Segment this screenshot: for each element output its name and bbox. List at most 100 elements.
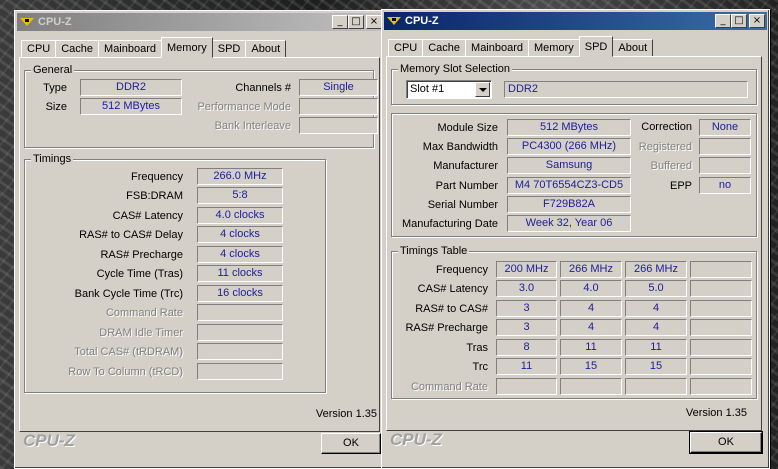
tt-command-rate-cell bbox=[625, 378, 687, 395]
fsb-dram-value: 5:8 bbox=[197, 187, 283, 204]
tt-trc-cell: 11 bbox=[496, 358, 557, 375]
bank-interleave-label: Bank Interleave bbox=[214, 120, 291, 132]
ok-button[interactable]: OK bbox=[321, 433, 381, 454]
tt-trc-cell bbox=[690, 358, 752, 375]
part-number-value: M4 70T6554CZ3-CD5 bbox=[507, 177, 631, 194]
epp-label: EPP bbox=[669, 180, 692, 192]
dropdown-arrow-icon[interactable] bbox=[475, 82, 490, 97]
command-rate-value bbox=[197, 304, 283, 321]
tt-command-rate-cell bbox=[690, 378, 752, 395]
title-bar[interactable]: CPU-Z _ □ × bbox=[17, 13, 384, 31]
tab-strip: CPU Cache Mainboard Memory SPD About bbox=[21, 37, 287, 58]
slot-type-value: DDR2 bbox=[504, 81, 748, 98]
ok-button[interactable]: OK bbox=[689, 431, 763, 454]
cpuz-logo: CPU-Z bbox=[23, 431, 75, 450]
tt-tras-cell bbox=[690, 339, 752, 356]
tab-cache[interactable]: Cache bbox=[422, 39, 467, 57]
tt-trc-cell: 15 bbox=[560, 358, 622, 375]
module-size-value: 512 MBytes bbox=[507, 119, 631, 136]
correction-label: Correction bbox=[641, 121, 692, 133]
memory-tab-page: General Type DDR2 Size 512 MBytes Channe… bbox=[19, 57, 380, 432]
tab-cache[interactable]: Cache bbox=[55, 40, 100, 58]
version-label: Version 1.35 bbox=[685, 407, 747, 419]
manufacturer-value: Samsung bbox=[507, 157, 631, 174]
tt-cas-latency-label: CAS# Latency bbox=[417, 283, 488, 295]
maximize-button[interactable]: □ bbox=[731, 14, 747, 28]
tt-tras-cell: 8 bbox=[496, 339, 557, 356]
tt-frequency-cell: 200 MHz bbox=[496, 261, 557, 278]
max-bandwidth-value: PC4300 (266 MHz) bbox=[507, 138, 631, 155]
tab-spd[interactable]: SPD bbox=[211, 40, 247, 58]
serial-number-value: F729B82A bbox=[507, 196, 631, 213]
spd-tab-page: Memory Slot Selection Slot #1 DDR2 Modul… bbox=[386, 56, 762, 431]
minimize-button[interactable]: _ bbox=[332, 15, 348, 29]
cycle-time-label: Cycle Time (Tras) bbox=[96, 268, 183, 280]
tt-ras-precharge-cell: 4 bbox=[560, 319, 622, 336]
fsb-dram-label: FSB:DRAM bbox=[126, 190, 183, 202]
group-title: Timings Table bbox=[398, 245, 470, 257]
command-rate-label: Command Rate bbox=[105, 307, 183, 319]
bank-interleave-value bbox=[299, 117, 378, 134]
slot-select-value: Slot #1 bbox=[410, 83, 445, 95]
registered-value bbox=[699, 138, 751, 155]
tt-tras-cell: 11 bbox=[625, 339, 687, 356]
general-group: General Type DDR2 Size 512 MBytes Channe… bbox=[24, 64, 378, 148]
tab-strip: CPU Cache Mainboard Memory SPD About bbox=[388, 36, 654, 57]
frequency-value: 266.0 MHz bbox=[197, 168, 283, 185]
cas-latency-label: CAS# Latency bbox=[112, 210, 183, 222]
tt-command-rate-label: Command Rate bbox=[410, 381, 488, 393]
frequency-label: Frequency bbox=[131, 171, 183, 183]
tt-trc-cell: 15 bbox=[625, 358, 687, 375]
tab-about[interactable]: About bbox=[612, 39, 654, 57]
tt-tras-label: Tras bbox=[466, 342, 488, 354]
tab-memory[interactable]: Memory bbox=[161, 37, 213, 58]
group-title: General bbox=[31, 64, 75, 76]
dram-idle-timer-value bbox=[197, 324, 283, 341]
cpuz-memory-window[interactable]: CPU-Z _ □ × CPU Cache Mainboard Memory S… bbox=[14, 10, 387, 469]
close-button[interactable]: × bbox=[749, 14, 765, 28]
performance-mode-value bbox=[299, 98, 378, 115]
max-bandwidth-label: Max Bandwidth bbox=[422, 141, 498, 153]
tab-mainboard[interactable]: Mainboard bbox=[98, 40, 163, 58]
cpuz-spd-window[interactable]: CPU-Z _ □ × CPU Cache Mainboard Memory S… bbox=[381, 9, 770, 469]
tt-ras-precharge-cell bbox=[690, 319, 752, 336]
tt-command-rate-cell bbox=[496, 378, 557, 395]
ras-to-cas-label: RAS# to CAS# Delay bbox=[79, 229, 183, 241]
cpuz-logo: CPU-Z bbox=[390, 430, 442, 449]
tab-about[interactable]: About bbox=[245, 40, 287, 58]
tab-memory[interactable]: Memory bbox=[528, 39, 580, 57]
tt-command-rate-cell bbox=[560, 378, 622, 395]
memory-slot-selection-group: Memory Slot Selection Slot #1 DDR2 bbox=[391, 63, 757, 105]
title-bar[interactable]: CPU-Z _ □ × bbox=[384, 12, 767, 30]
slot-select[interactable]: Slot #1 bbox=[406, 80, 492, 99]
version-label: Version 1.35 bbox=[315, 408, 377, 420]
group-title: Timings bbox=[31, 153, 74, 165]
tab-spd[interactable]: SPD bbox=[578, 36, 614, 57]
tt-frequency-cell bbox=[690, 261, 752, 278]
tt-ras-to-cas-cell bbox=[690, 300, 752, 317]
tt-frequency-cell: 266 MHz bbox=[625, 261, 687, 278]
minimize-button[interactable]: _ bbox=[715, 14, 731, 28]
manufacturing-date-label: Manufacturing Date bbox=[402, 218, 498, 230]
tt-cas-latency-cell: 4.0 bbox=[560, 280, 622, 297]
total-cas-value bbox=[197, 343, 283, 360]
serial-number-label: Serial Number bbox=[427, 199, 498, 211]
ras-precharge-label: RAS# Precharge bbox=[100, 249, 183, 261]
cpuz-app-icon bbox=[387, 15, 401, 27]
window-title: CPU-Z bbox=[38, 16, 72, 28]
maximize-button[interactable]: □ bbox=[348, 15, 364, 29]
type-label: Type bbox=[43, 82, 67, 94]
ras-precharge-value: 4 clocks bbox=[197, 246, 283, 263]
channels-label: Channels # bbox=[235, 82, 291, 94]
tab-cpu[interactable]: CPU bbox=[21, 40, 57, 58]
tt-ras-precharge-cell: 4 bbox=[625, 319, 687, 336]
tab-mainboard[interactable]: Mainboard bbox=[465, 39, 530, 57]
cas-latency-value: 4.0 clocks bbox=[197, 207, 283, 224]
buffered-label: Buffered bbox=[650, 160, 692, 172]
tt-frequency-cell: 266 MHz bbox=[560, 261, 622, 278]
tab-cpu[interactable]: CPU bbox=[388, 39, 424, 57]
part-number-label: Part Number bbox=[435, 180, 498, 192]
row-to-column-label: Row To Column (tRCD) bbox=[68, 366, 183, 378]
close-button[interactable]: × bbox=[366, 15, 382, 29]
tt-cas-latency-cell: 3.0 bbox=[496, 280, 557, 297]
